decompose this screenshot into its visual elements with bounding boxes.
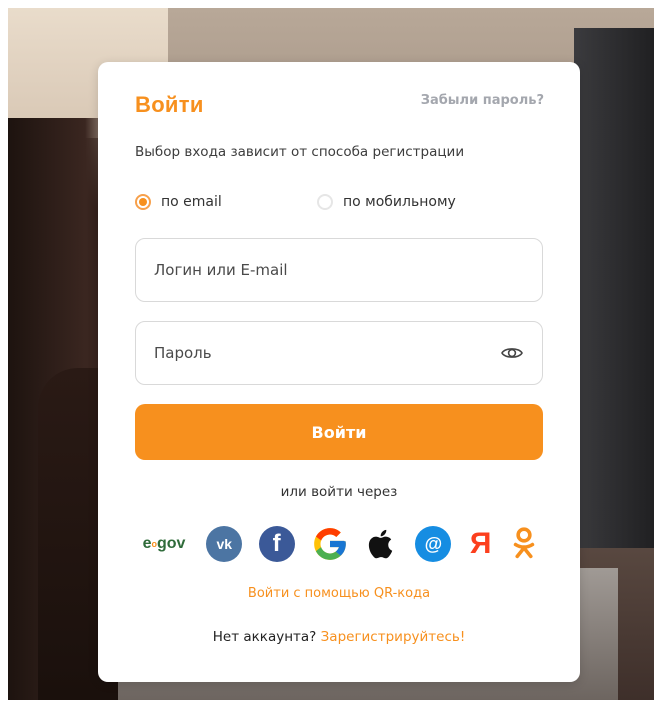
register-link[interactable]: Зарегистрируйтесь! — [321, 629, 466, 645]
forgot-password-link[interactable]: Забыли пароль? — [421, 93, 544, 108]
social-login-row: e o gov vk f @ Я — [138, 524, 538, 564]
password-field — [135, 321, 543, 385]
apple-icon[interactable] — [365, 526, 399, 562]
radio-dot-selected — [135, 194, 151, 210]
radio-dot-unselected — [317, 194, 333, 210]
login-field — [135, 238, 543, 302]
mail-ru-icon[interactable]: @ — [415, 526, 452, 562]
radio-mobile[interactable]: по мобильному — [317, 194, 456, 210]
or-login-via-text: или войти через — [280, 484, 398, 500]
no-account-row: Нет аккаунта? Зарегистрируйтесь! — [98, 629, 580, 645]
login-submit-button[interactable]: Войти — [135, 404, 543, 460]
login-input[interactable] — [154, 261, 524, 279]
yandex-icon[interactable]: Я — [468, 527, 494, 561]
qr-login-link[interactable]: Войти с помощью QR-кода — [98, 586, 580, 601]
google-icon[interactable] — [311, 525, 349, 563]
no-account-text: Нет аккаунта? — [212, 629, 317, 645]
radio-mobile-label: по мобильному — [343, 194, 456, 210]
login-method-selector: по email — [135, 194, 222, 210]
password-input[interactable] — [154, 344, 500, 362]
vk-icon[interactable]: vk — [206, 526, 243, 562]
login-title: Войти — [135, 92, 204, 117]
login-subtitle: Выбор входа зависит от способа регистрац… — [135, 144, 465, 160]
radio-email[interactable]: по email — [135, 194, 222, 210]
egov-logo[interactable]: e o gov — [138, 535, 190, 553]
facebook-icon[interactable]: f — [258, 526, 295, 562]
ok-icon[interactable] — [510, 526, 538, 562]
login-card: Войти Забыли пароль? Выбор входа зависит… — [98, 62, 580, 682]
eye-icon[interactable] — [500, 341, 524, 365]
radio-email-label: по email — [161, 194, 222, 210]
